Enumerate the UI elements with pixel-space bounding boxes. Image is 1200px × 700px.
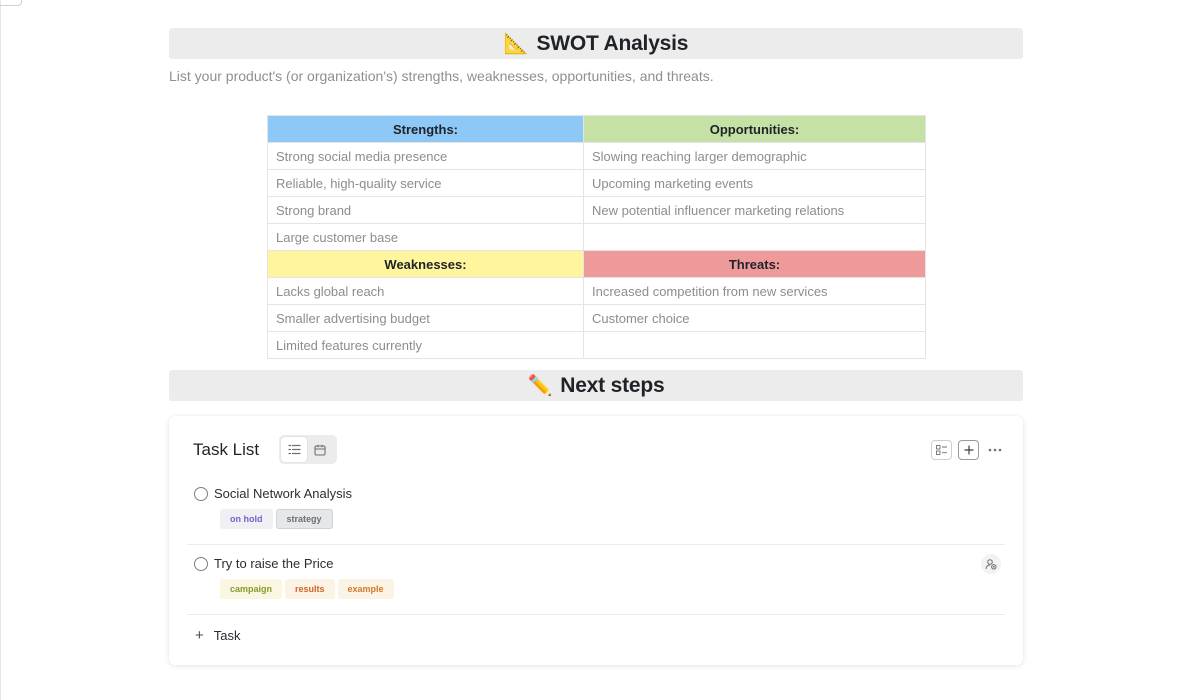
table-row: Strong social media presence Slowing rea…	[267, 142, 926, 170]
next-steps-heading: ✏️ Next steps	[169, 370, 1023, 401]
strength-cell[interactable]: Strong brand	[267, 196, 584, 224]
view-switcher	[279, 435, 337, 464]
opportunity-cell[interactable]: New potential influencer marketing relat…	[583, 196, 926, 224]
weakness-cell[interactable]: Lacks global reach	[267, 277, 584, 305]
weakness-cell[interactable]: Smaller advertising budget	[267, 304, 584, 332]
more-icon[interactable]	[985, 440, 1005, 460]
table-row: Reliable, high-quality service Upcoming …	[267, 169, 926, 197]
tag[interactable]: results	[285, 579, 335, 599]
table-row: Large customer base	[267, 223, 926, 251]
task-list-card: Task List Social Network Analysis on hol…	[169, 416, 1023, 665]
plus-icon: +	[195, 627, 204, 644]
threat-cell[interactable]: Increased competition from new services	[583, 277, 926, 305]
tag[interactable]: on hold	[220, 509, 273, 529]
task-name[interactable]: Social Network Analysis	[214, 486, 352, 501]
next-steps-heading-text: Next steps	[560, 373, 665, 397]
add-task-button[interactable]: + Task	[195, 628, 241, 643]
swot-header-row: Weaknesses: Threats:	[267, 250, 926, 278]
tag[interactable]: campaign	[220, 579, 283, 599]
swot-table: Strengths: Opportunities: Strong social …	[267, 115, 926, 359]
weakness-cell[interactable]: Limited features currently	[267, 331, 584, 359]
table-row: Strong brand New potential influencer ma…	[267, 196, 926, 224]
opportunity-cell[interactable]: Slowing reaching larger demographic	[583, 142, 926, 170]
weaknesses-header[interactable]: Weaknesses:	[267, 250, 584, 278]
threat-cell[interactable]: Customer choice	[583, 304, 926, 332]
strengths-header[interactable]: Strengths:	[267, 115, 584, 143]
strength-cell[interactable]: Large customer base	[267, 223, 584, 251]
tag[interactable]: example	[337, 579, 394, 599]
threat-cell[interactable]	[583, 331, 926, 359]
list-item[interactable]: Social Network Analysis on hold strategy	[187, 482, 1005, 545]
task-tags: campaign results example	[220, 579, 394, 599]
opportunity-cell[interactable]	[583, 223, 926, 251]
task-name[interactable]: Try to raise the Price	[214, 556, 333, 571]
task-list-title: Task List	[193, 440, 260, 459]
swot-header-row: Strengths: Opportunities:	[267, 115, 926, 143]
swot-description: List your product's (or organization's) …	[169, 68, 714, 84]
page-left-border	[0, 0, 1, 700]
list-view-icon[interactable]	[281, 437, 307, 462]
triangular-ruler-icon: 📐	[503, 33, 529, 55]
threats-header[interactable]: Threats:	[583, 250, 926, 278]
task-status-circle[interactable]	[194, 487, 208, 501]
strength-cell[interactable]: Strong social media presence	[267, 142, 584, 170]
corner-mark	[0, 0, 22, 6]
plus-icon[interactable]	[958, 440, 979, 460]
opportunities-header[interactable]: Opportunities:	[583, 115, 926, 143]
list-item[interactable]: Try to raise the Price campaign results …	[187, 552, 1005, 615]
strength-cell[interactable]: Reliable, high-quality service	[267, 169, 584, 197]
add-task-label: Task	[213, 628, 241, 643]
pencil-icon: ✏️	[527, 375, 553, 397]
swot-heading-text: SWOT Analysis	[536, 31, 689, 55]
task-tags: on hold strategy	[220, 509, 333, 529]
table-row: Smaller advertising budget Customer choi…	[267, 304, 926, 332]
assignee-icon[interactable]	[981, 554, 1001, 574]
tag[interactable]: strategy	[275, 509, 333, 529]
table-row: Limited features currently	[267, 331, 926, 359]
swot-heading: 📐 SWOT Analysis	[169, 28, 1023, 59]
table-row: Lacks global reach Increased competition…	[267, 277, 926, 305]
task-status-circle[interactable]	[194, 557, 208, 571]
opportunity-cell[interactable]: Upcoming marketing events	[583, 169, 926, 197]
layout-icon[interactable]	[931, 440, 952, 460]
calendar-icon[interactable]	[307, 437, 333, 462]
